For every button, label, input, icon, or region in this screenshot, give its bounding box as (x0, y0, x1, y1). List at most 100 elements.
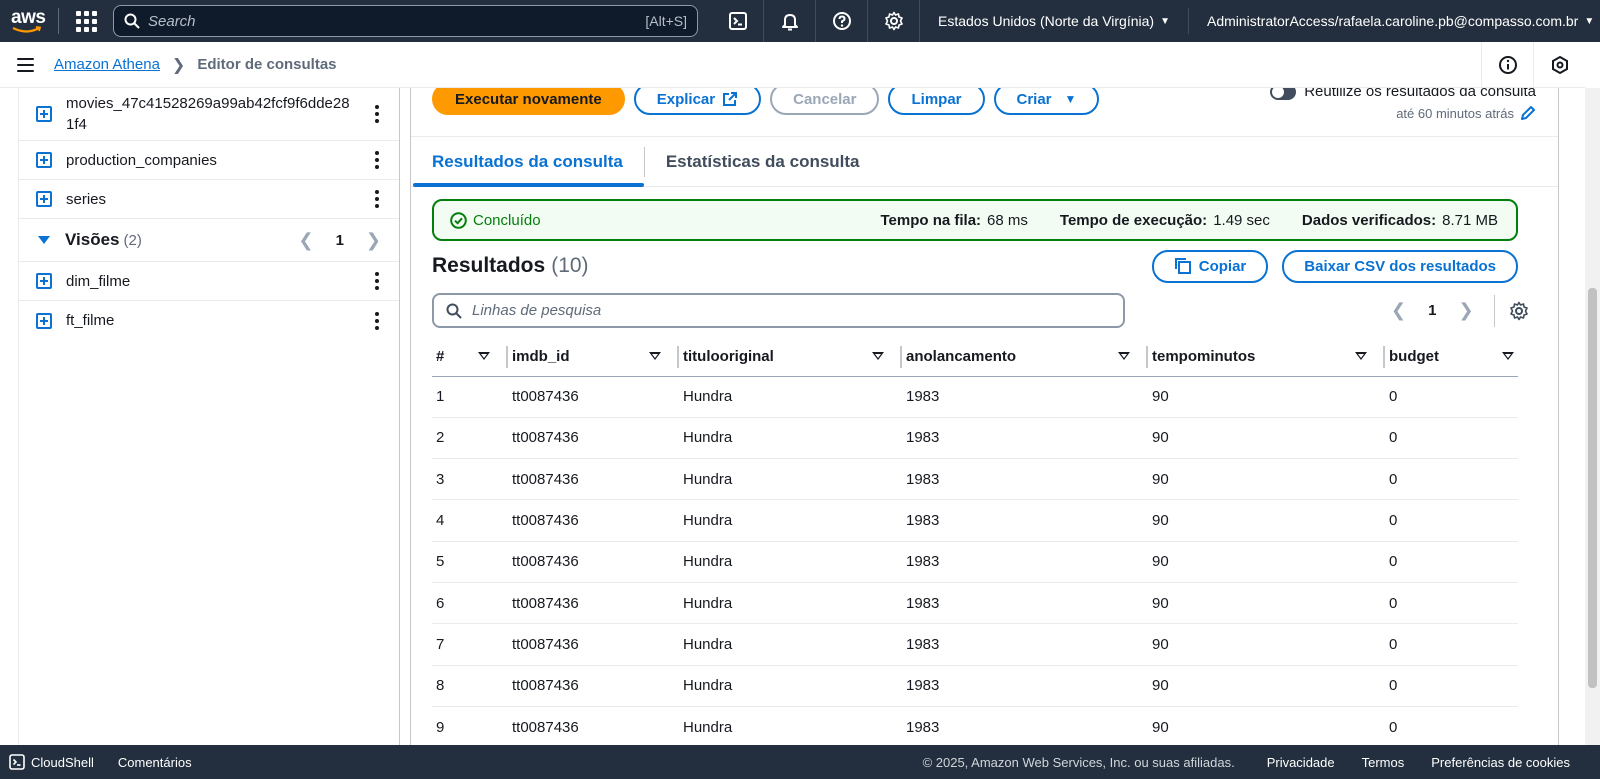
tab-query-stats[interactable]: Estatísticas da consulta (645, 137, 881, 186)
exec-time-value: 1.49 sec (1213, 211, 1270, 229)
region-selector[interactable]: Estados Unidos (Norte da Virgínia) ▼ (920, 8, 1189, 34)
reuse-toggle[interactable] (1270, 88, 1297, 100)
column-header[interactable]: imdb_id (508, 338, 679, 377)
chevron-right-icon[interactable]: ❯ (1458, 300, 1473, 321)
cloudshell-footer-button[interactable]: CloudShell (9, 754, 94, 770)
more-options-icon[interactable] (375, 272, 379, 290)
account-menu[interactable]: AdministratorAccess/rafaela.caroline.pb@… (1189, 13, 1594, 29)
explain-button[interactable]: Explicar (633, 88, 762, 115)
notifications-button[interactable] (764, 0, 816, 42)
expand-plus-icon[interactable] (36, 152, 52, 168)
services-grid-icon[interactable] (75, 10, 97, 32)
explain-label: Explicar (656, 90, 716, 108)
clear-button[interactable]: Limpar (888, 88, 985, 115)
table-cell-titulooriginal: Hundra (679, 458, 902, 501)
column-header[interactable]: # (432, 338, 508, 377)
cancel-button[interactable]: Cancelar (770, 88, 880, 115)
table-cell-anolancamento: 1983 (902, 417, 1148, 460)
results-page-number[interactable]: 1 (1428, 302, 1436, 319)
scrollbar-thumb[interactable] (1588, 288, 1597, 688)
reuse-label: Reutilize os resultados da consulta (1304, 88, 1536, 100)
privacy-link[interactable]: Privacidade (1267, 755, 1335, 770)
results-tabs: Resultados da consulta Estatísticas da c… (411, 136, 1558, 187)
settings-button[interactable] (868, 0, 920, 42)
views-section-header[interactable]: Visões (2) ❮ 1 ❯ (19, 219, 399, 262)
console-footer: CloudShell Comentários © 2025, Amazon We… (0, 745, 1600, 779)
column-header-label: # (436, 348, 445, 366)
table-row: 7 tt0087436 Hundra 1983 90 0 (432, 623, 1518, 666)
hexagon-icon (1551, 55, 1568, 75)
expand-plus-icon[interactable] (36, 312, 52, 329)
table-cell-index: 5 (432, 541, 508, 583)
help-button[interactable] (816, 0, 868, 42)
chevron-left-icon[interactable]: ❮ (1391, 300, 1406, 321)
view-item[interactable]: ft_filme (19, 301, 399, 340)
run-again-button[interactable]: Executar novamente (432, 88, 625, 115)
tutorial-button[interactable] (1533, 42, 1585, 88)
column-header[interactable]: titulooriginal (679, 338, 902, 377)
more-options-icon[interactable] (375, 190, 379, 208)
column-header[interactable]: budget (1385, 338, 1518, 377)
cookie-preferences-link[interactable]: Preferências de cookies (1431, 755, 1570, 770)
views-title: Visões (65, 230, 120, 249)
table-cell-anolancamento: 1983 (902, 541, 1148, 583)
reuse-results: Reutilize os resultados da consulta até … (1270, 88, 1536, 121)
search-rows-input[interactable]: Linhas de pesquisa (432, 293, 1125, 328)
sort-caret-icon[interactable] (478, 352, 490, 360)
table-cell-budget: 0 (1385, 417, 1518, 460)
copy-button[interactable]: Copiar (1151, 249, 1269, 283)
terms-link[interactable]: Termos (1362, 755, 1405, 770)
tab-query-results[interactable]: Resultados da consulta (411, 137, 644, 187)
caret-down-icon[interactable] (38, 236, 50, 244)
menu-icon[interactable] (17, 57, 34, 72)
expand-plus-icon[interactable] (36, 106, 52, 122)
table-cell-titulooriginal: Hundra (679, 541, 902, 583)
column-header[interactable]: tempominutos (1148, 338, 1385, 377)
expand-plus-icon[interactable] (36, 191, 52, 207)
views-page-number[interactable]: 1 (336, 232, 344, 249)
status-text: Concluído (473, 211, 541, 229)
table-cell-index: 1 (432, 376, 508, 418)
region-label: Estados Unidos (Norte da Virgínia) (938, 13, 1155, 29)
cloudshell-icon (728, 12, 747, 30)
more-options-icon[interactable] (375, 311, 379, 330)
more-options-icon[interactable] (375, 105, 379, 123)
aws-logo[interactable]: aws (10, 6, 48, 36)
table-item[interactable]: movies_47c41528269a99ab42fcf9f6dde281f4 (19, 88, 399, 141)
help-icon (832, 12, 851, 30)
table-name: series (66, 190, 107, 208)
gear-icon[interactable] (1509, 301, 1529, 321)
page-scrollbar[interactable] (1585, 88, 1600, 745)
table-cell-tempominutos: 90 (1148, 582, 1385, 625)
sort-caret-icon[interactable] (1502, 352, 1514, 360)
table-cell-imdb_id: tt0087436 (508, 541, 679, 583)
more-options-icon[interactable] (375, 151, 379, 169)
expand-plus-icon[interactable] (36, 273, 52, 289)
table-item[interactable]: series (19, 180, 399, 219)
breadcrumb-service-link[interactable]: Amazon Athena (54, 56, 160, 73)
table-cell-index: 8 (432, 665, 508, 707)
top-navigation: aws Search [Alt+S] Estados Unidos (Norte… (0, 0, 1600, 42)
chevron-left-icon[interactable]: ❮ (298, 230, 313, 251)
sort-caret-icon[interactable] (649, 352, 661, 360)
create-button[interactable]: Criar ▼ (993, 88, 1100, 115)
download-csv-button[interactable]: Baixar CSV dos resultados (1282, 249, 1518, 283)
sort-caret-icon[interactable] (872, 352, 884, 360)
table-cell-imdb_id: tt0087436 (508, 499, 679, 542)
view-item[interactable]: dim_filme (19, 262, 399, 301)
comments-link[interactable]: Comentários (118, 755, 192, 770)
column-header[interactable]: anolancamento (902, 338, 1148, 377)
search-box[interactable]: Search [Alt+S] (113, 5, 698, 37)
chevron-right-icon[interactable]: ❯ (366, 230, 381, 251)
cloudshell-nav-button[interactable] (712, 0, 764, 42)
table-item[interactable]: production_companies (19, 141, 399, 180)
table-cell-anolancamento: 1983 (902, 665, 1148, 707)
edit-pencil-icon[interactable] (1520, 105, 1536, 121)
sort-caret-icon[interactable] (1355, 352, 1367, 360)
queue-time: Tempo na fila: 68 ms (880, 212, 1027, 229)
sort-caret-icon[interactable] (1118, 352, 1130, 360)
aws-smile-icon (12, 26, 42, 33)
table-row: 9 tt0087436 Hundra 1983 90 0 (432, 706, 1518, 745)
table-row: 5 tt0087436 Hundra 1983 90 0 (432, 541, 1518, 583)
info-button[interactable] (1481, 42, 1533, 88)
